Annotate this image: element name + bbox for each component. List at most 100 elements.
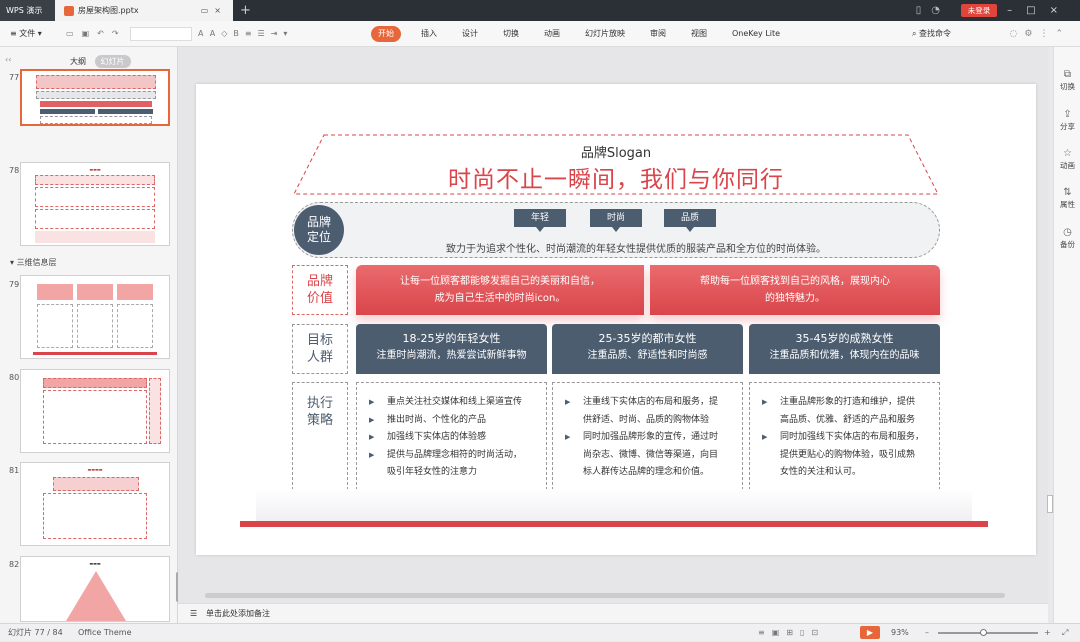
rail-label: 备份 [1060,240,1075,249]
label-line: 策略 [306,413,333,428]
label-line: 定位 [306,230,331,244]
new-tab-button[interactable]: + [240,0,251,21]
slide-thumbnail-78[interactable]: ▬▬▬ [20,162,170,246]
collapse-panel-icon[interactable]: ‹‹ [5,55,11,64]
app-name: WPS 演示 [6,6,43,15]
slide-thumbnail-79[interactable] [20,275,170,359]
slide-thumbnail-81[interactable]: ▬▬▬▬ [20,462,170,546]
settings-icon[interactable]: ⚙ [1024,29,1039,39]
close-tab-icon[interactable]: × [214,6,227,15]
tab-view[interactable]: 视图 [683,26,715,42]
value-box-2: 帮助每一位顾客找到自己的风格，展现内心 的独特魅力。 [650,265,940,315]
positioning-label: 品牌 定位 [294,205,344,255]
rail-share[interactable]: ⇪ 分享 [1054,109,1080,132]
tab-insert[interactable]: 插入 [413,26,445,42]
window-layout-icon[interactable]: ▯ [916,5,932,16]
audience-title: 18-25岁的年轻女性 [402,332,501,345]
slide-counter: 幻灯片 77 / 84 [8,628,63,637]
notes-placeholder: 单击此处添加备注 [206,609,270,618]
font-name-input[interactable] [130,27,192,41]
skin-icon[interactable]: ◔ [931,5,950,16]
bold-icon[interactable]: B [233,29,245,38]
close-window-icon[interactable]: × [1050,5,1072,16]
font-grow-icon[interactable]: A [198,29,210,38]
play-slideshow-button[interactable]: ▶ [860,626,880,639]
clear-format-icon[interactable]: ◇ [221,29,233,38]
undo-icon[interactable]: ↶ [97,29,112,38]
tab-design[interactable]: 设计 [454,26,486,42]
strategy-item: 提供与品牌理念相符的时尚活动， [367,447,540,465]
align-icon[interactable]: ≡ [245,29,258,38]
thumbnail-number: 80 [9,373,20,382]
collapse-ribbon-icon[interactable]: ⌃ [1055,29,1070,39]
fit-icon[interactable]: ⊡ [811,628,825,637]
strategy-item-continuation: 吸引年轻女性的注意力 [387,467,478,477]
sorter-view-icon[interactable]: ⊞ [786,628,800,637]
rail-properties[interactable]: ⇅ 属性 [1054,187,1080,210]
strategy-item-continuation: 高品质、优雅、舒适的产品和服务 [780,414,916,425]
tab-review[interactable]: 审阅 [642,26,674,42]
zoom-slider[interactable] [938,632,1038,634]
rail-label: 动画 [1060,161,1075,170]
title-bar: WPS 演示 房屋架构图.pptx ▭× + ▯◔ 未登录 –□× [0,0,1080,21]
login-button[interactable]: 未登录 [961,4,997,17]
tab-outline[interactable]: 大纲 [64,55,92,68]
label-line: 人群 [306,350,333,365]
strategy-item: 注重线下实体店的布局和服务，提 [563,394,736,412]
tab-onekey-lite[interactable]: OneKey Lite [724,26,788,42]
open-icon[interactable]: ▭ [66,29,82,38]
strategy-box-3: 注重品牌形象的打造和维护，提供高品质、优雅、舒适的产品和服务同时加强线下实体店的… [749,382,940,490]
properties-icon: ⇅ [1063,187,1072,198]
zoom-out-icon[interactable]: – [925,624,929,642]
fit-window-icon[interactable]: ⤢ [1062,624,1068,642]
search-command[interactable]: ⌕ 查找命令 [912,21,951,47]
audience-box-1: 18-25岁的年轻女性 注重时尚潮流，热爱尝试新鲜事物 [356,324,547,374]
zoom-in-icon[interactable]: + [1044,624,1051,642]
save-icon[interactable]: ▣ [82,29,98,38]
slide[interactable]: 品牌Slogan 时尚不止一瞬间，我们与你同行 品牌 定位 年轻 时尚 品质 致力… [196,84,1036,555]
notes-pane[interactable]: ☰ 单击此处添加备注 [178,603,1048,623]
font-shrink-icon[interactable]: A [210,29,221,38]
list-icon[interactable]: ☰ [258,29,271,38]
tab-animation[interactable]: 动画 [536,26,568,42]
redo-icon[interactable]: ↷ [112,29,127,38]
play-icon: ▶ [866,628,874,637]
thumbnail-number: 78 [9,166,20,175]
audience-title: 35-45岁的成熟女性 [795,332,894,345]
more-icon[interactable]: ▾ [283,29,293,38]
strategy-item-continuation: 尚杂志、微博、微信等渠道，向目 [583,449,719,460]
strategy-box-1: 重点关注社交媒体和线上渠道宣传推出时尚、个性化的产品加强线下实体店的体验感提供与… [356,382,547,490]
tab-slides[interactable]: 幻灯片 [94,55,131,68]
audience-box-2: 25-35岁的都市女性 注重品质、舒适性和时尚感 [552,324,743,374]
rail-backup[interactable]: ◷ 备份 [1054,227,1080,250]
reading-view-icon[interactable]: ▯ [800,628,811,637]
zoom-level[interactable]: 93% [891,624,909,642]
rail-transition[interactable]: ⧉ 切换 [1054,69,1080,92]
document-tab[interactable]: 房屋架构图.pptx ▭× [55,0,233,21]
more-options-icon[interactable]: ⋮ [1039,29,1055,39]
tab-slideshow[interactable]: 幻灯片放映 [577,26,633,42]
rail-animation[interactable]: ☆ 动画 [1054,148,1080,171]
indent-icon[interactable]: ⇥ [271,29,284,38]
rail-label: 属性 [1060,200,1075,209]
panel-tabs: 大纲 幻灯片 [64,55,131,68]
restore-tab-icon[interactable]: ▭ [201,6,215,15]
section-label[interactable]: ▾ 三维信息层 [10,257,57,268]
tab-transition[interactable]: 切换 [495,26,527,42]
file-menu[interactable]: ≡ 文件 ▾ [10,21,42,47]
tab-home[interactable]: 开始 [371,26,401,42]
zoom-slider-knob[interactable] [980,629,987,636]
slide-thumbnail-panel: ‹‹ 大纲 幻灯片 77 78 ▬▬▬ ▾ 三维信息层 79 80 81 ▬▬▬… [0,47,180,623]
comment-icon[interactable]: ◌ [1010,29,1025,39]
slide-thumbnail-80[interactable] [20,369,170,453]
theme-name[interactable]: Office Theme [78,624,132,642]
slide-thumbnail-77[interactable] [20,69,170,126]
normal-view-icon[interactable]: ▣ [772,628,787,637]
minimize-icon[interactable]: – [1007,5,1026,16]
strategy-item: 推出时尚、个性化的产品 [367,412,540,430]
horizontal-scrollbar[interactable] [205,593,1005,598]
maximize-icon[interactable]: □ [1026,5,1049,16]
app-tab[interactable]: WPS 演示 [0,0,55,21]
slide-thumbnail-82[interactable]: ▬▬▬ [20,556,170,622]
notes-toggle-icon[interactable]: ≡ [758,628,772,637]
